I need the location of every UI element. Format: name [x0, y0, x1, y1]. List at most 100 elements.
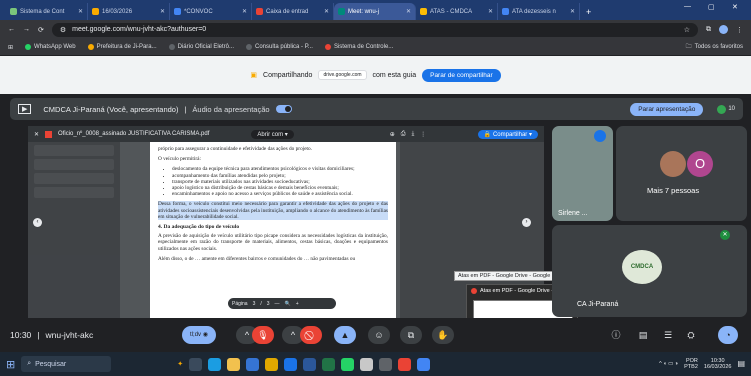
close-window-icon[interactable]: ✕ — [732, 3, 738, 11]
share-button[interactable]: 🔒 Compartilhar ▾ — [477, 129, 538, 139]
maximize-icon[interactable]: ▢ — [708, 3, 715, 11]
bookmark-item[interactable]: Prefeitura de Ji-Para... — [87, 44, 157, 50]
close-icon[interactable]: ✕ — [570, 8, 575, 15]
tab-favicon-icon — [174, 8, 181, 15]
info-icon[interactable]: ⓘ — [605, 326, 627, 344]
tray-icons[interactable]: ^ ◖ ▭ ◑ — [659, 361, 678, 367]
whatsapp-icon[interactable] — [341, 357, 355, 371]
back-icon[interactable]: ← — [8, 26, 15, 33]
stop-presenting-button[interactable]: Parar apresentação — [630, 102, 704, 116]
bookmark-star-icon[interactable]: ☆ — [684, 26, 690, 34]
camera-off-button[interactable]: ⃠ — [300, 326, 322, 344]
edge-icon[interactable] — [208, 357, 222, 371]
sharing-label: Compartilhando — [263, 71, 313, 79]
close-icon[interactable]: ✕ — [488, 8, 493, 15]
close-icon[interactable]: ✕ — [242, 8, 247, 15]
print-icon[interactable]: ⎙ — [401, 131, 406, 138]
lang2: PTB2 — [684, 364, 698, 370]
app-icon[interactable] — [360, 357, 374, 371]
host-controls-icon[interactable]: ◔ — [718, 326, 738, 344]
browser-tab[interactable]: ATAS - CMDCA ✕ — [416, 3, 498, 20]
participants-icon[interactable]: 10 — [717, 104, 735, 114]
taskview-icon[interactable] — [189, 357, 203, 371]
tldv-button[interactable]: tl;dv ◉ — [182, 326, 216, 344]
close-icon[interactable]: ✕ — [78, 8, 83, 15]
explorer-icon[interactable] — [227, 357, 241, 371]
widget-icon[interactable]: ✦ — [177, 360, 183, 368]
close-icon[interactable]: ✕ — [160, 8, 165, 15]
stop-sharing-button[interactable]: Parar de compartilhar — [422, 68, 501, 82]
profile-icon[interactable] — [719, 25, 728, 34]
reload-icon[interactable]: ⟳ — [38, 26, 44, 34]
address-bar[interactable]: ⚙ meet.google.com/wnu-jvht-akc?authuser=… — [51, 22, 698, 37]
browser-tab[interactable]: ATA dezesseis n ✕ — [498, 3, 580, 20]
zoom-out-icon[interactable]: — — [275, 301, 280, 307]
more-icon[interactable]: ⋮ — [420, 131, 426, 138]
zoom-in-icon[interactable]: + — [296, 301, 299, 307]
taskbar-date: 16/03/2026 — [703, 364, 732, 370]
chat-icon[interactable]: ▤ — [632, 326, 654, 344]
sidebar-item — [34, 187, 114, 198]
close-icon[interactable]: ✕ — [34, 131, 39, 138]
chrome-icon[interactable] — [265, 357, 279, 371]
all-bookmarks[interactable]: 🗀 Todos os favoritos — [686, 42, 743, 52]
browser-tab[interactable]: Caixa de entrad ✕ — [252, 3, 334, 20]
people-icon[interactable]: ☰ — [657, 326, 679, 344]
audio-toggle[interactable] — [275, 105, 292, 113]
extensions-icon[interactable]: ⧉ — [706, 26, 711, 34]
page-current[interactable]: 3 — [253, 301, 256, 307]
activities-icon[interactable]: ⛭ — [680, 326, 702, 344]
mic-off-button[interactable]: 🎙 — [252, 326, 274, 344]
bookmark-item[interactable]: WhatsApp Web — [25, 44, 76, 50]
speaking-indicator-icon — [594, 130, 606, 142]
minimize-icon[interactable]: — — [684, 3, 691, 10]
bookmark-item[interactable]: Consulta pública - P... — [246, 44, 313, 50]
comment-icon[interactable]: ⊕ — [390, 131, 395, 138]
site-info-icon[interactable]: ⚙ — [60, 26, 66, 34]
clock[interactable]: 10:30 16/03/2026 — [704, 358, 732, 370]
notification-icon[interactable]: ▤ — [737, 360, 745, 368]
emoji-button[interactable]: ☺ — [368, 326, 390, 344]
tab-favicon-icon — [338, 8, 345, 15]
download-icon[interactable]: ⤓ — [412, 131, 415, 138]
open-with-button[interactable]: Abrir com ▾ — [251, 129, 294, 139]
raise-hand-button[interactable]: ✋ — [432, 326, 454, 344]
chrome-icon[interactable] — [398, 357, 412, 371]
pdf-paragraph: Além disso, o de … amente em diferentes … — [158, 255, 356, 262]
calendar-icon[interactable] — [246, 357, 260, 371]
close-icon[interactable]: ✕ — [406, 8, 411, 15]
captions-button[interactable]: ⧉ — [400, 326, 422, 344]
bookmark-favicon-icon — [246, 44, 252, 50]
tab-favicon-icon — [92, 8, 99, 15]
apps-icon[interactable]: ⊞ — [8, 44, 13, 51]
taskbar-search[interactable]: ⌕ Pesquisar — [21, 356, 112, 372]
chrome-active-icon[interactable] — [417, 357, 431, 371]
present-screen-icon: ▶ — [18, 104, 32, 114]
forward-icon[interactable]: → — [23, 26, 30, 33]
tab-label: Meet: wnu-j — [348, 8, 380, 15]
page-sep: / — [260, 300, 262, 307]
windows-start-icon[interactable]: ⊞ — [6, 358, 15, 371]
bookmark-item[interactable]: Diário Oficial Eletrô... — [168, 44, 234, 50]
app-icon[interactable] — [379, 357, 393, 371]
close-icon[interactable]: ✕ — [324, 8, 329, 15]
browser-tab[interactable]: *CONVOC ✕ — [170, 3, 252, 20]
menu-icon[interactable]: ⋮ — [736, 26, 743, 34]
pdf-file-icon — [45, 130, 53, 138]
next-arrow-icon[interactable]: › — [522, 218, 531, 227]
new-tab-icon[interactable]: + — [586, 7, 591, 17]
browser-tab-active[interactable]: Meet: wnu-j ✕ — [334, 3, 416, 20]
excel-icon[interactable] — [322, 357, 336, 371]
word-icon[interactable] — [303, 357, 317, 371]
pdf-highlighted-paragraph: Dessa forma, o veículo constitui meio ne… — [158, 201, 388, 221]
browser-tab[interactable]: Sistema de Cont ✕ — [6, 3, 88, 20]
avatar — [660, 151, 686, 177]
app-icon[interactable] — [284, 357, 298, 371]
present-button[interactable]: ▲ — [334, 326, 356, 344]
language-indicator[interactable]: POR PTB2 — [684, 358, 698, 370]
cmdca-logo: CMDCA — [622, 250, 662, 284]
prev-arrow-icon[interactable]: ‹ — [33, 218, 42, 227]
mic-off-icon: ✕ — [720, 230, 730, 240]
browser-tab[interactable]: 16/03/2026 ✕ — [88, 3, 170, 20]
bookmark-item[interactable]: Sistema de Controle... — [324, 44, 393, 50]
